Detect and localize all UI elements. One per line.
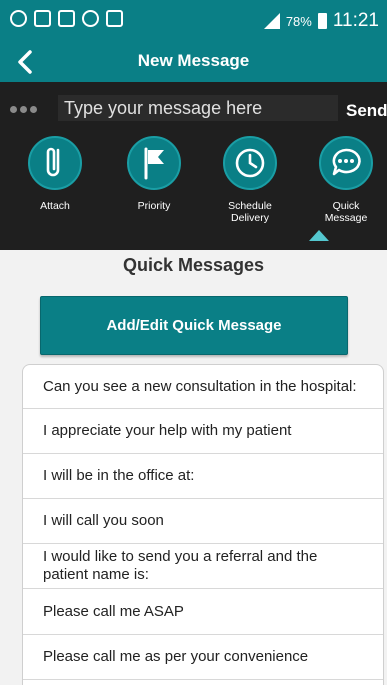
shield-icon <box>10 10 27 27</box>
attach-label: Attach <box>40 200 70 212</box>
send-button[interactable]: Send <box>346 101 387 121</box>
paperclip-icon <box>28 136 82 190</box>
quick-messages-title: Quick Messages <box>122 255 265 275</box>
system-status: 78% 11:21 <box>263 10 379 32</box>
quick-message-item[interactable]: I appreciate your help with my patient <box>23 409 383 454</box>
quick-message-item[interactable]: I will call you soon <box>23 499 383 544</box>
clock-time: 11:21 <box>332 10 379 31</box>
warning-icon <box>106 10 123 27</box>
quick-message-list: Can you see a new consultation in the ho… <box>22 364 384 685</box>
mail-icon <box>34 10 51 27</box>
clock-icon <box>223 136 277 190</box>
page-title: New Message <box>137 51 250 70</box>
heart-icon <box>82 10 99 27</box>
message-input[interactable] <box>58 95 338 121</box>
status-bar: 78% 11:21 <box>0 0 387 42</box>
compose-toolbar: Send Attach Priority Schedule Delivery Q… <box>0 82 387 250</box>
quick-message-item[interactable]: Please call me ASAP <box>23 589 383 635</box>
signal-icon <box>263 13 280 29</box>
quick-message-label: Quick Message <box>324 200 368 224</box>
attach-button[interactable]: Attach <box>15 136 95 244</box>
schedule-delivery-button[interactable]: Schedule Delivery <box>210 136 290 244</box>
selected-tab-indicator <box>309 230 329 241</box>
priority-label: Priority <box>137 200 171 212</box>
image-icon <box>58 10 75 27</box>
quick-message-item[interactable]: Please call me as per your convenience <box>23 635 383 680</box>
battery-percentage: 78% <box>285 13 312 29</box>
battery-icon <box>317 13 327 29</box>
add-edit-quick-message-button[interactable]: Add/Edit Quick Message <box>40 296 348 355</box>
quick-message-item[interactable]: I will be in the office at: <box>23 454 383 499</box>
priority-button[interactable]: Priority <box>114 136 194 244</box>
app-bar: New Message <box>0 42 387 82</box>
flag-icon <box>127 136 181 190</box>
quick-message-item[interactable]: I would like to send you a referral and … <box>23 544 383 589</box>
quick-message-button[interactable]: Quick Message <box>306 136 386 244</box>
more-options-icon[interactable] <box>10 106 37 113</box>
notification-icons <box>10 10 123 27</box>
schedule-delivery-label: Schedule Delivery <box>228 200 272 224</box>
quick-message-item[interactable]: Can you see a new consultation in the ho… <box>23 365 383 409</box>
chat-bubble-icon <box>319 136 373 190</box>
